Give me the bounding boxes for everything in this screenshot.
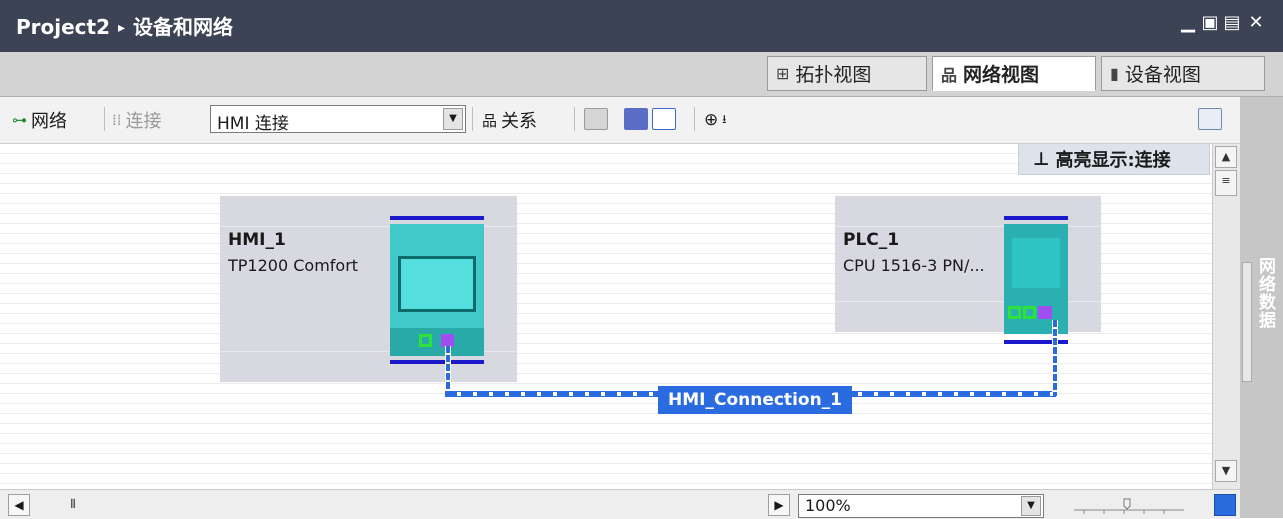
zoom-in-icon: ⊕: [704, 110, 719, 130]
connection-line[interactable]: [846, 391, 1056, 397]
tile-icon[interactable]: ▤: [1221, 12, 1243, 33]
port-icon[interactable]: [1023, 306, 1036, 319]
chevron-down-icon[interactable]: ▼: [443, 108, 463, 130]
network-icon: 品: [941, 65, 958, 85]
device-name: HMI_1: [228, 230, 286, 250]
zoom-dropdown-icon: ⭳: [722, 111, 727, 126]
connection-line[interactable]: [445, 346, 451, 396]
scroll-up-icon[interactable]: ▲: [1215, 146, 1237, 168]
hmi-screen-icon: [398, 256, 476, 312]
scroll-left-icon[interactable]: ◀: [8, 494, 30, 516]
scroll-thumb[interactable]: ≡: [1215, 170, 1237, 196]
relations-label: 关系: [501, 111, 538, 132]
breadcrumb-separator: ▸: [118, 20, 126, 36]
device-type: TP1200 Comfort: [228, 256, 359, 275]
connect-button[interactable]: ⁞⁞ 连接: [112, 106, 162, 134]
network-button[interactable]: ⊶ 网络: [12, 106, 67, 134]
window-title: Project2 ▸ 设备和网络: [16, 11, 233, 40]
tab-network-view[interactable]: 品 网络视图: [932, 56, 1096, 91]
tab-label: 网络视图: [963, 64, 1040, 86]
tab-device-view[interactable]: ▮ 设备视图: [1101, 56, 1265, 91]
zoom-in-button[interactable]: ⊕ ⭳: [704, 106, 726, 134]
connection-label[interactable]: HMI_Connection_1: [658, 386, 853, 414]
bus-bar: [390, 216, 484, 220]
zoom-slider[interactable]: [1074, 498, 1184, 516]
port-icon[interactable]: [419, 334, 432, 347]
toolbar-divider: [574, 107, 575, 131]
toolbar-divider: [104, 107, 105, 131]
overview-icon[interactable]: [1198, 108, 1222, 130]
connect-icon: ⁞⁞: [112, 111, 122, 129]
toolbar-divider: [694, 107, 695, 131]
zoom-select[interactable]: 100% ▼: [798, 494, 1044, 518]
plc-display-icon: [1012, 238, 1060, 288]
hmi-port-panel: [390, 328, 484, 356]
bottom-bar: ◀ ⦀ ▶ 100% ▼: [0, 489, 1240, 519]
show-addresses-icon[interactable]: [624, 108, 648, 130]
highlight-indicator: ⊥ 高亮显示:连接: [1018, 144, 1210, 175]
zoom-value: 100%: [805, 496, 851, 515]
relations-button[interactable]: 品 关系: [482, 106, 537, 134]
toolbar-divider: [472, 107, 473, 131]
chevron-down-icon[interactable]: ▼: [1021, 496, 1041, 516]
network-toolbar: ⊶ 网络 ⁞⁞ 连接 HMI 连接 ▼ 品 关系 ⊕ ⭳: [0, 97, 1240, 144]
restore-icon[interactable]: ▣: [1199, 12, 1221, 33]
view-tab-row: ⊞ 拓扑视图 品 网络视图 ▮ 设备视图: [0, 52, 1283, 97]
tab-label: 设备视图: [1124, 64, 1201, 86]
project-name: Project2: [16, 15, 111, 39]
port-icon[interactable]: [1008, 306, 1021, 319]
show-names-icon[interactable]: [584, 108, 608, 130]
device-name: PLC_1: [843, 230, 900, 250]
bus-bar: [1004, 216, 1068, 220]
pane-collapse-handle[interactable]: [1242, 262, 1252, 382]
network-data-pane[interactable]: 网络数据: [1240, 97, 1283, 518]
bus-bar: [390, 360, 484, 364]
connection-line[interactable]: [1052, 320, 1058, 396]
connection-type-value: HMI 连接: [217, 114, 289, 134]
scroll-down-icon[interactable]: ▼: [1215, 460, 1237, 482]
overview-navigator-icon[interactable]: [1214, 494, 1236, 516]
horizontal-scroll-thumb[interactable]: ⦀: [62, 494, 84, 516]
device-icon: ▮: [1110, 64, 1119, 83]
editor-title: 设备和网络: [133, 15, 234, 39]
network-label: 网络: [31, 111, 67, 132]
highlight-text: 高亮显示:连接: [1055, 150, 1171, 171]
minimize-icon[interactable]: ▁: [1177, 12, 1199, 33]
table-view-icon[interactable]: [652, 108, 676, 130]
network-data-tab[interactable]: 网络数据: [1255, 257, 1278, 329]
connect-label: 连接: [125, 111, 162, 132]
tab-topology-view[interactable]: ⊞ 拓扑视图: [767, 56, 927, 91]
relations-icon: 品: [482, 111, 498, 130]
network-mode-icon: ⊶: [12, 111, 27, 129]
topology-icon: ⊞: [776, 64, 790, 83]
vertical-scrollbar[interactable]: ▲ ≡ ▼: [1212, 144, 1241, 489]
pin-icon: ⊥: [1033, 148, 1050, 170]
network-canvas[interactable]: ⊥ 高亮显示:连接 HMI_1 TP1200 Comfort PLC_1 CPU…: [0, 144, 1212, 489]
connection-type-select[interactable]: HMI 连接 ▼: [210, 105, 466, 134]
connection-line[interactable]: [445, 391, 658, 397]
title-bar: Project2 ▸ 设备和网络 ▁ ▣ ▤ ✕: [0, 0, 1283, 52]
scroll-right-icon[interactable]: ▶: [768, 494, 790, 516]
tab-label: 拓扑视图: [795, 64, 872, 86]
device-type: CPU 1516-3 PN/...: [843, 256, 985, 275]
bus-bar: [1004, 340, 1068, 344]
port-icon[interactable]: [1038, 306, 1052, 319]
close-icon[interactable]: ✕: [1245, 12, 1267, 33]
